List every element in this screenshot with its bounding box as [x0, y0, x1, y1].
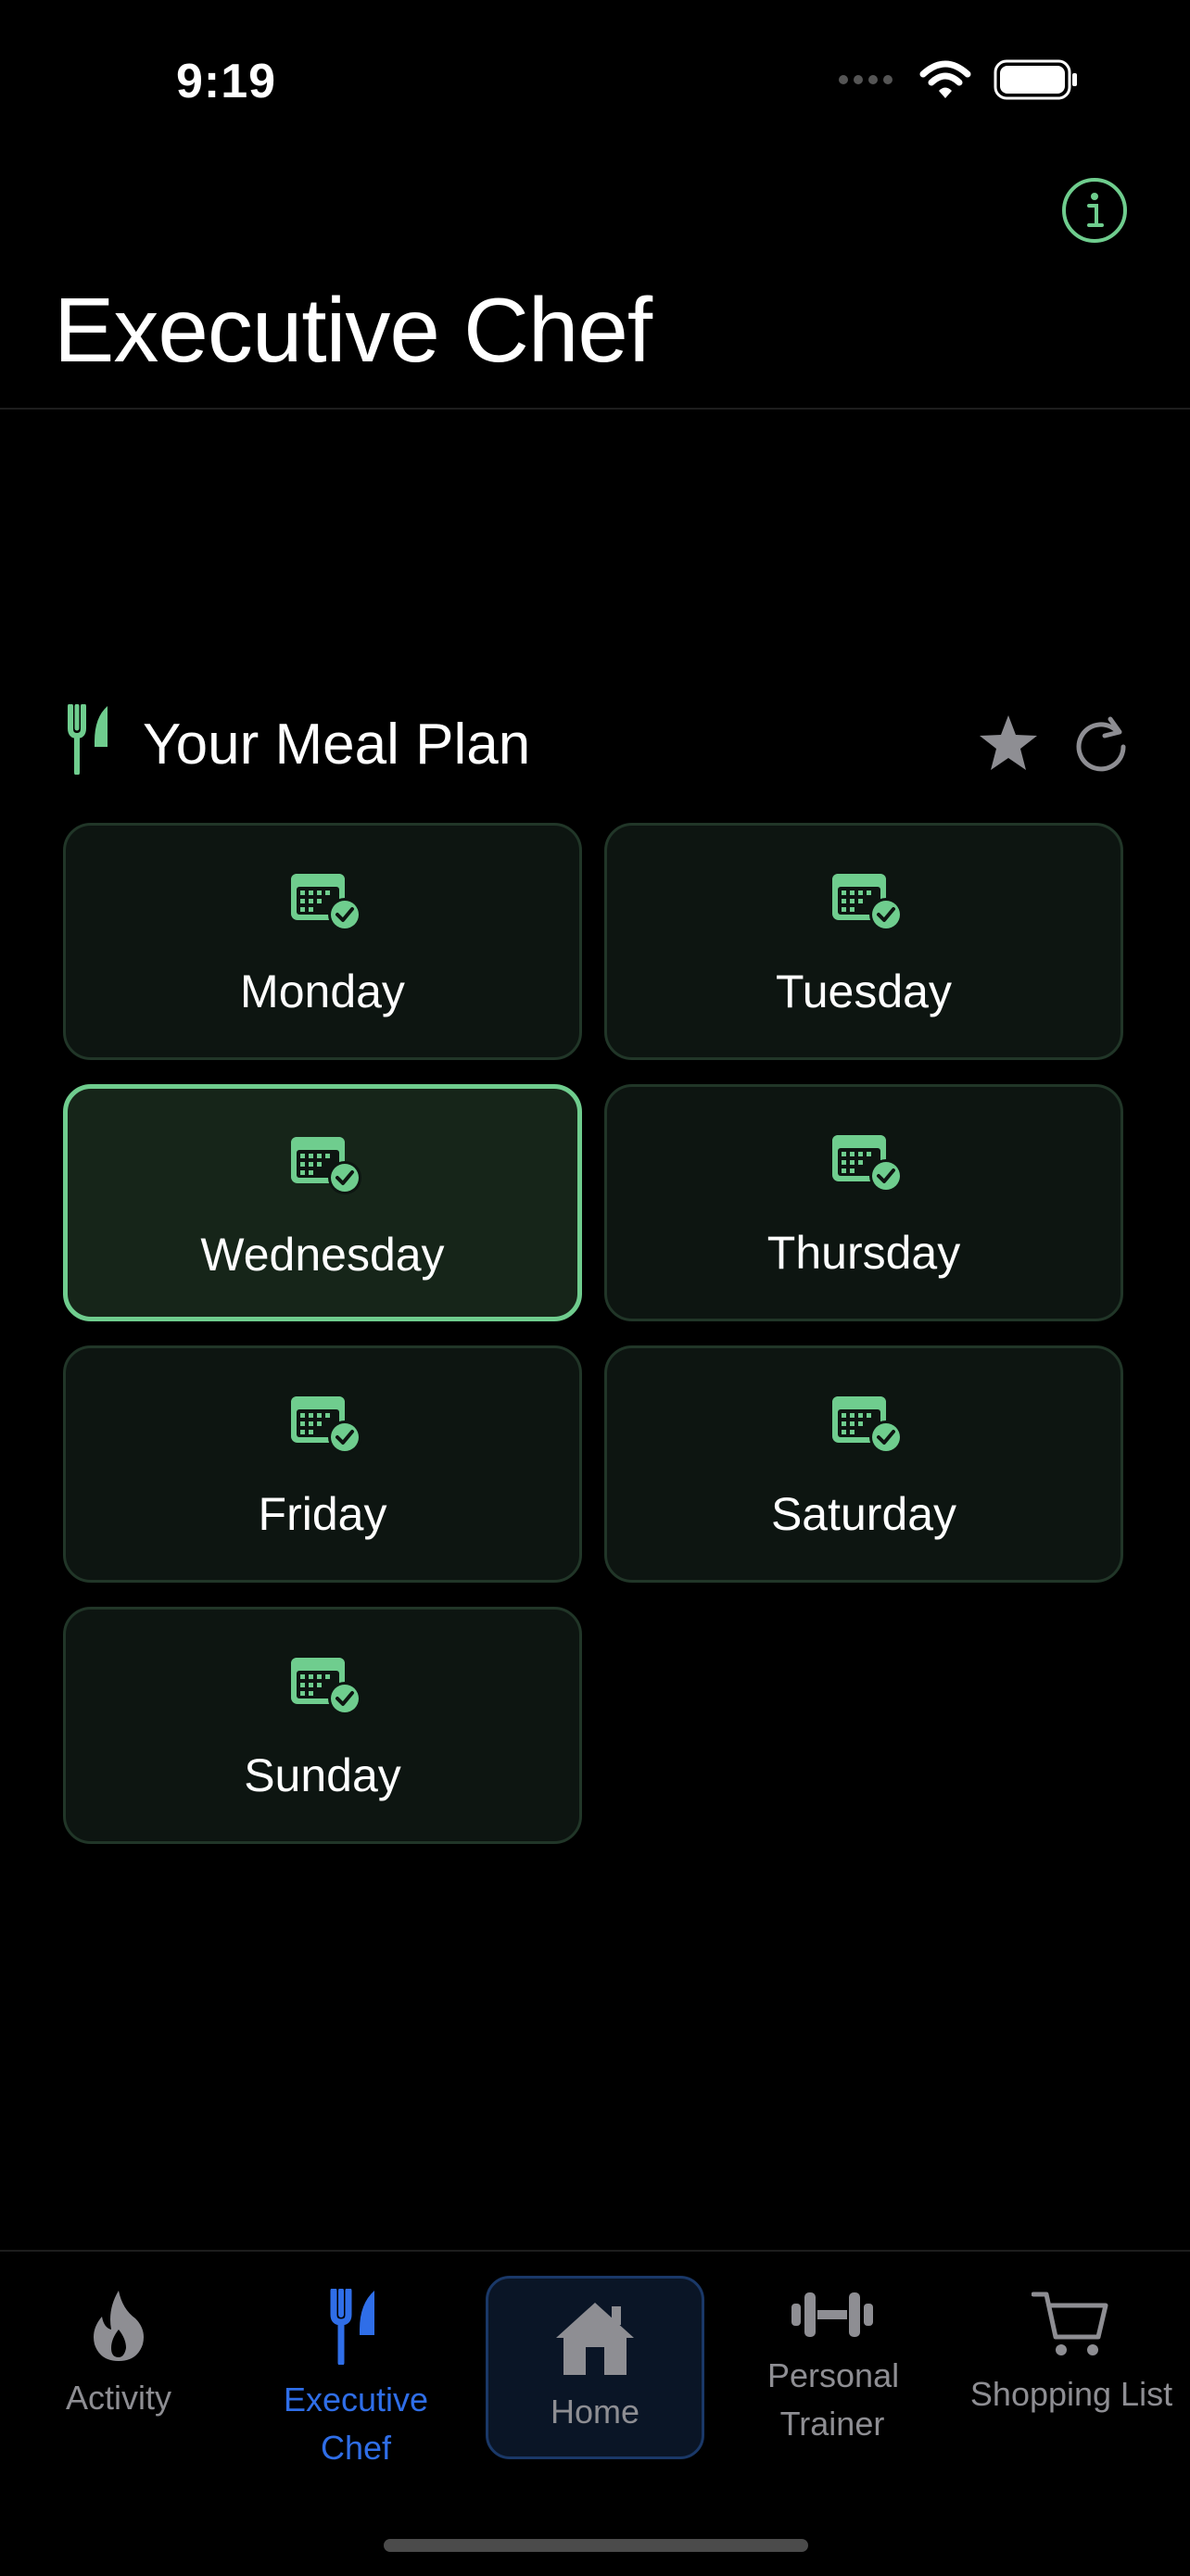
day-card-friday[interactable]: Friday — [63, 1345, 582, 1583]
tab-bar: Activity Executive Chef Home Personal Tr… — [0, 2250, 1190, 2576]
favorite-button[interactable] — [977, 712, 1040, 775]
day-label: Friday — [258, 1488, 387, 1540]
day-card-wednesday[interactable]: Wednesday — [63, 1084, 582, 1321]
dumbbell-icon — [791, 2292, 873, 2337]
day-label: Tuesday — [776, 966, 952, 1017]
fork-knife-icon — [330, 2289, 374, 2365]
calendar-check-icon — [289, 872, 363, 933]
header-divider — [0, 408, 1190, 410]
calendar-check-icon — [289, 1135, 363, 1196]
star-icon — [980, 715, 1037, 770]
calendar-check-icon — [289, 1395, 363, 1456]
refresh-icon — [1076, 716, 1126, 772]
status-icons — [838, 59, 1079, 100]
tab-home[interactable]: Home — [486, 2276, 704, 2459]
cellular-icon — [839, 75, 892, 84]
tab-shopping-list[interactable]: Shopping List — [960, 2289, 1183, 2474]
meal-plan-title: Your Meal Plan — [143, 713, 531, 777]
day-card-tuesday[interactable]: Tuesday — [604, 823, 1123, 1060]
home-indicator[interactable] — [384, 2539, 808, 2552]
meal-plan-header: Your Meal Plan — [67, 704, 1133, 778]
wifi-icon — [919, 60, 971, 98]
tab-label: Home — [550, 2393, 640, 2431]
home-icon — [556, 2303, 634, 2375]
cart-icon — [1032, 2292, 1108, 2355]
fork-knife-icon — [68, 704, 108, 775]
tab-activity[interactable]: Activity — [7, 2289, 230, 2474]
info-icon — [1062, 178, 1127, 243]
tab-label: Activity — [65, 2379, 171, 2417]
day-label: Wednesday — [200, 1229, 445, 1281]
day-card-sunday[interactable]: Sunday — [63, 1607, 582, 1844]
tab-personal-trainer[interactable]: Personal Trainer — [721, 2289, 943, 2474]
status-bar: 9:19 — [0, 0, 1190, 176]
calendar-check-icon — [289, 1656, 363, 1717]
info-button[interactable] — [1060, 176, 1129, 245]
day-label: Sunday — [244, 1749, 401, 1801]
page-title: Executive Chef — [54, 279, 652, 381]
calendar-check-icon — [830, 872, 905, 933]
flame-icon — [94, 2291, 144, 2361]
refresh-button[interactable] — [1070, 712, 1133, 775]
day-label: Monday — [240, 966, 405, 1017]
tab-executive-chef[interactable]: Executive Chef — [245, 2289, 467, 2474]
day-label: Thursday — [766, 1227, 961, 1279]
day-label: Saturday — [770, 1488, 957, 1540]
battery-icon — [994, 59, 1077, 100]
calendar-check-icon — [830, 1395, 905, 1456]
day-card-saturday[interactable]: Saturday — [604, 1345, 1123, 1583]
calendar-check-icon — [830, 1133, 905, 1194]
tab-label: Personal Trainer — [767, 2356, 900, 2443]
tab-label: Executive Chef — [283, 2380, 429, 2467]
tab-label: Shopping List — [969, 2375, 1173, 2413]
status-time: 9:19 — [176, 55, 277, 108]
day-card-thursday[interactable]: Thursday — [604, 1084, 1123, 1321]
day-card-monday[interactable]: Monday — [63, 823, 582, 1060]
